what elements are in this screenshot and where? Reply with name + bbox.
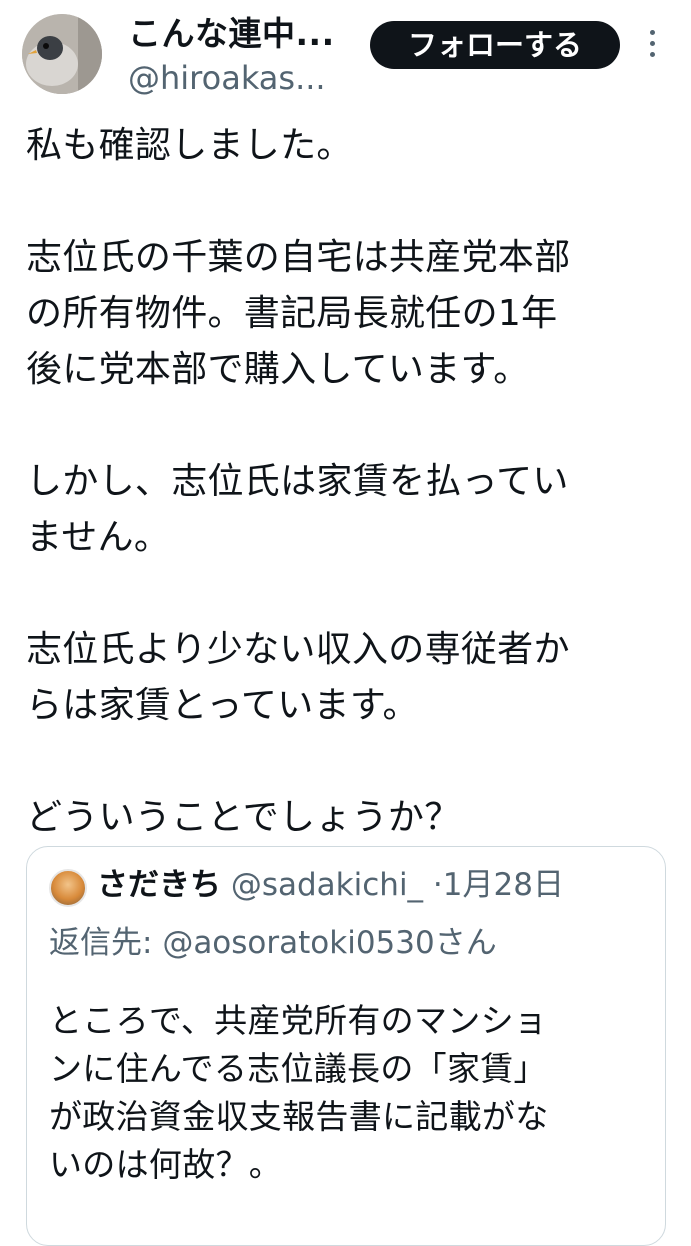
meta-separator: · [432, 867, 443, 903]
tweet-line: 志位氏の千葉の自宅は共産党本部 [26, 237, 571, 278]
tweet-line: どういうことでしょうか？ [26, 797, 461, 838]
quoted-tweet-line: ところで、共産党所有のマンショ [49, 1001, 548, 1040]
quoted-tweet-header: さだきち @sadakichi_ ·1月28日 [97, 863, 564, 907]
tweet-line: しかし、志位氏は家賃を払ってい [26, 461, 569, 502]
reply-prefix: 返信先: [49, 925, 163, 961]
tweet-line: 志位氏より少ない収入の専従者か [26, 629, 570, 670]
tweet-line: 私も確認しました。 [26, 125, 353, 166]
quoted-author-handle: @sadakichi_ [230, 867, 424, 903]
more-options-icon[interactable] [642, 30, 662, 64]
tweet-line: らは家賃とっています。 [26, 685, 419, 726]
author-avatar[interactable] [22, 14, 102, 94]
tweet-line: の所有物件。書記局長就任の1年 [26, 293, 558, 334]
tweet-body: 私も確認しました。 志位氏の千葉の自宅は共産党本部 の所有物件。書記局長就任の1… [26, 118, 676, 846]
quoted-tweet-body: ところで、共産党所有のマンショ ンに住んでる志位議長の「家賃」 が政治資金収支報… [49, 997, 649, 1189]
bird-photo-icon [22, 14, 102, 94]
tweet-header: こんな連中... @hiroakas... フォローする [0, 0, 691, 100]
author-display-name[interactable]: こんな連中... [128, 14, 335, 54]
quoted-tweet-card[interactable]: さだきち @sadakichi_ ·1月28日 返信先: @aosoratoki… [26, 846, 666, 1246]
quoted-author-avatar [49, 869, 87, 907]
reply-mention-link[interactable]: @aosoratoki0530さん [162, 925, 496, 961]
quoted-tweet-line: いのは何故？。 [49, 1145, 283, 1184]
follow-button[interactable]: フォローする [370, 21, 620, 69]
tweet-line: 後に党本部で購入しています。 [26, 349, 530, 390]
quoted-tweet-line: が政治資金収支報告書に記載がな [49, 1097, 549, 1136]
quoted-tweet-line: ンに住んでる志位議長の「家賃」 [49, 1049, 547, 1088]
reply-context: 返信先: @aosoratoki0530さん [49, 921, 497, 965]
tweet-line: ません。 [26, 517, 171, 558]
author-handle[interactable]: @hiroakas... [128, 58, 326, 98]
quoted-author-name: さだきち [97, 867, 221, 903]
quoted-tweet-date: 1月28日 [442, 867, 564, 903]
